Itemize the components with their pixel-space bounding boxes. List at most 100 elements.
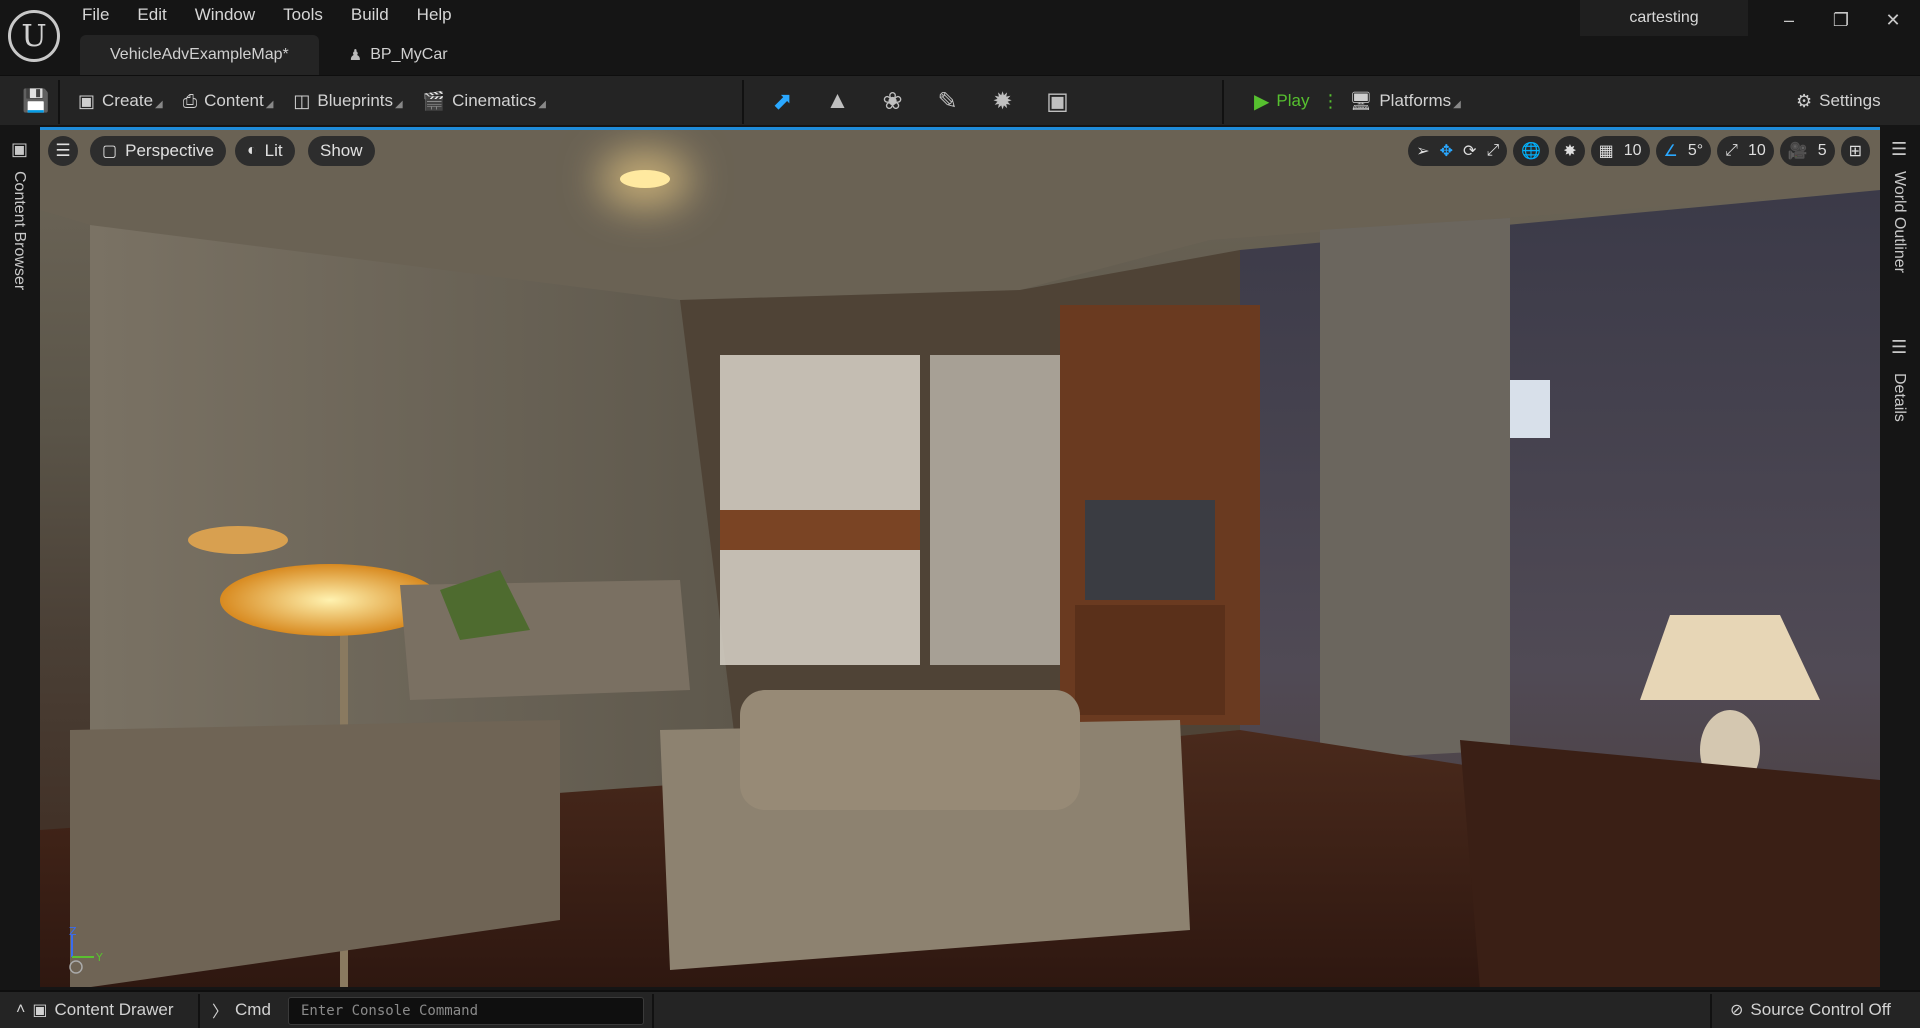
title-bar: U File Edit Window Tools Build Help Vehi… — [0, 0, 1920, 75]
source-control-button[interactable]: ⊘ Source Control Off — [1730, 992, 1891, 1028]
details-tab[interactable]: Details — [1890, 373, 1908, 422]
save-icon: 💾 — [22, 88, 50, 113]
transform-tools: ➢ ✥ ⟳ ⤢ — [1408, 136, 1508, 166]
caret-icon: ◢ — [1453, 99, 1461, 110]
perspective-label: Perspective — [125, 141, 214, 160]
camera-icon: 🎥 — [1787, 143, 1808, 160]
restore-icon[interactable]: ❐ — [1826, 8, 1856, 32]
rotation-snap-toggle[interactable]: ∠ 5° — [1655, 136, 1712, 166]
grid-snap-toggle[interactable]: ▦ 10 — [1590, 136, 1650, 166]
cinematics-label: Cinematics — [452, 91, 537, 110]
cmd-button[interactable]: 〉 Cmd — [212, 992, 271, 1028]
content-label: Content — [204, 91, 264, 110]
viewport-layout-button[interactable]: ⊞ — [1840, 136, 1870, 166]
level-viewport[interactable]: ☰ ▢ Perspective ◐ Lit Show ➢ ✥ ⟳ ⤢ 🌐 ✸ ▦… — [40, 127, 1880, 987]
create-label: Create — [102, 91, 154, 110]
play-icon: ▶ — [1254, 90, 1270, 113]
blueprint-actor-icon: ♟ — [348, 47, 363, 64]
sphere-icon: ◐ — [247, 142, 257, 159]
clapperboard-icon: 🎬 — [422, 90, 446, 111]
content-button[interactable]: ⎙ Content ◢ — [173, 84, 284, 118]
close-icon[interactable]: ✕ — [1878, 8, 1908, 32]
content-drawer-label: Content Drawer — [54, 1000, 174, 1019]
grid-snap-value: 10 — [1623, 142, 1642, 159]
play-options-icon[interactable]: ⋮ — [1321, 91, 1339, 112]
surface-snap-toggle[interactable]: ✸ — [1555, 136, 1585, 166]
select-mode-icon[interactable]: ⬈ — [755, 81, 810, 121]
show-button[interactable]: Show — [308, 136, 375, 166]
modeling-mode-icon[interactable]: ▣ — [1030, 81, 1085, 121]
cinematics-button[interactable]: 🎬 Cinematics ◢ — [413, 84, 556, 118]
content-browser-tab[interactable]: Content Browser — [10, 171, 28, 290]
viewport-menu-button[interactable]: ☰ — [48, 136, 78, 166]
chevron-up-icon: ˄ — [16, 1001, 26, 1018]
platforms-button[interactable]: 🖥 Platforms ◢ — [1339, 84, 1470, 118]
settings-label: Settings — [1819, 91, 1881, 110]
angle-icon: ∠ — [1663, 143, 1678, 160]
rotation-snap-value: 5° — [1687, 142, 1704, 159]
content-browser-icon: ▣ — [11, 139, 29, 159]
menu-help[interactable]: Help — [403, 0, 466, 30]
unreal-logo[interactable]: U — [8, 10, 60, 62]
content-drawer-button[interactable]: ˄ ▣ Content Drawer — [16, 992, 174, 1028]
content-icon: ⎙ — [182, 90, 198, 111]
caret-icon: ◢ — [395, 99, 403, 110]
settings-button[interactable]: ⚙ Settings — [1786, 84, 1891, 118]
translate-icon[interactable]: ✥ — [1440, 141, 1453, 161]
blueprints-button[interactable]: ◫ Blueprints ◢ — [283, 84, 412, 118]
menu-edit[interactable]: Edit — [123, 0, 180, 30]
terminal-icon: 〉 — [212, 1004, 229, 1021]
ceiling-light — [620, 170, 670, 188]
create-button[interactable]: ▣ Create ◢ — [68, 84, 173, 118]
cube-icon: ▢ — [102, 143, 118, 160]
surface-snap-icon: ✸ — [1563, 143, 1577, 160]
right-panel-strip: ☰ World Outliner ☰ Details — [1880, 127, 1920, 987]
world-local-toggle[interactable]: 🌐 — [1513, 136, 1550, 166]
blueprints-label: Blueprints — [317, 91, 394, 110]
play-button[interactable]: ▶ Play — [1244, 84, 1319, 118]
grid-icon: ▦ — [1598, 143, 1614, 160]
menu-build[interactable]: Build — [337, 0, 403, 30]
layout-icon: ⊞ — [1848, 143, 1862, 160]
globe-icon: 🌐 — [1521, 143, 1542, 160]
menu-window[interactable]: Window — [181, 0, 269, 30]
scale-snap-value: 10 — [1747, 142, 1766, 159]
perspective-button[interactable]: ▢ Perspective — [90, 136, 226, 166]
tab-bp-mycar[interactable]: ♟ BP_MyCar — [319, 35, 478, 75]
show-label: Show — [320, 141, 363, 160]
tab-vehicle-map[interactable]: VehicleAdvExampleMap* — [80, 35, 319, 75]
toolbar-divider — [58, 80, 60, 124]
console-command-input[interactable] — [288, 997, 644, 1025]
minimize-icon[interactable]: – — [1774, 8, 1804, 32]
create-icon: ▣ — [78, 90, 96, 111]
statusbar-divider — [652, 994, 654, 1028]
scene-render — [40, 130, 1880, 987]
toolbar-divider — [742, 80, 744, 124]
scale-icon[interactable]: ⤢ — [1486, 142, 1499, 160]
viewport-transform-toolbar: ➢ ✥ ⟳ ⤢ 🌐 ✸ ▦ 10 ∠ 5° ⤢ 10 🎥 5 ⊞ — [1408, 136, 1870, 166]
content-drawer-icon: ▣ — [32, 1002, 48, 1019]
scale-snap-toggle[interactable]: ⤢ 10 — [1717, 136, 1774, 166]
menu-bar: File Edit Window Tools Build Help — [68, 0, 466, 30]
caret-icon: ◢ — [155, 99, 163, 110]
mesh-paint-mode-icon[interactable]: ✎ — [920, 81, 975, 121]
save-button[interactable]: 💾 — [12, 84, 59, 118]
status-bar: ˄ ▣ Content Drawer 〉 Cmd ⊘ Source Contro… — [0, 990, 1920, 1028]
landscape-mode-icon[interactable]: ▲ — [810, 81, 865, 121]
outliner-icon: ☰ — [1891, 139, 1908, 159]
axis-gizmo: Z Y — [69, 925, 103, 974]
fracture-mode-icon[interactable]: ✹ — [975, 81, 1030, 121]
foliage-mode-icon[interactable]: ❀ — [865, 81, 920, 121]
world-outliner-tab[interactable]: World Outliner — [1890, 171, 1908, 273]
lit-label: Lit — [264, 141, 283, 160]
camera-speed-button[interactable]: 🎥 5 — [1779, 136, 1835, 166]
project-name: cartesting — [1580, 0, 1748, 36]
axis-z-label: Z — [69, 925, 77, 938]
menu-tools[interactable]: Tools — [269, 0, 337, 30]
platforms-label: Platforms — [1379, 91, 1452, 110]
blueprints-icon: ◫ — [293, 90, 311, 111]
select-cursor-icon[interactable]: ➢ — [1416, 141, 1429, 161]
lit-button[interactable]: ◐ Lit — [235, 136, 295, 166]
rotate-icon[interactable]: ⟳ — [1463, 141, 1476, 161]
menu-file[interactable]: File — [68, 0, 123, 30]
